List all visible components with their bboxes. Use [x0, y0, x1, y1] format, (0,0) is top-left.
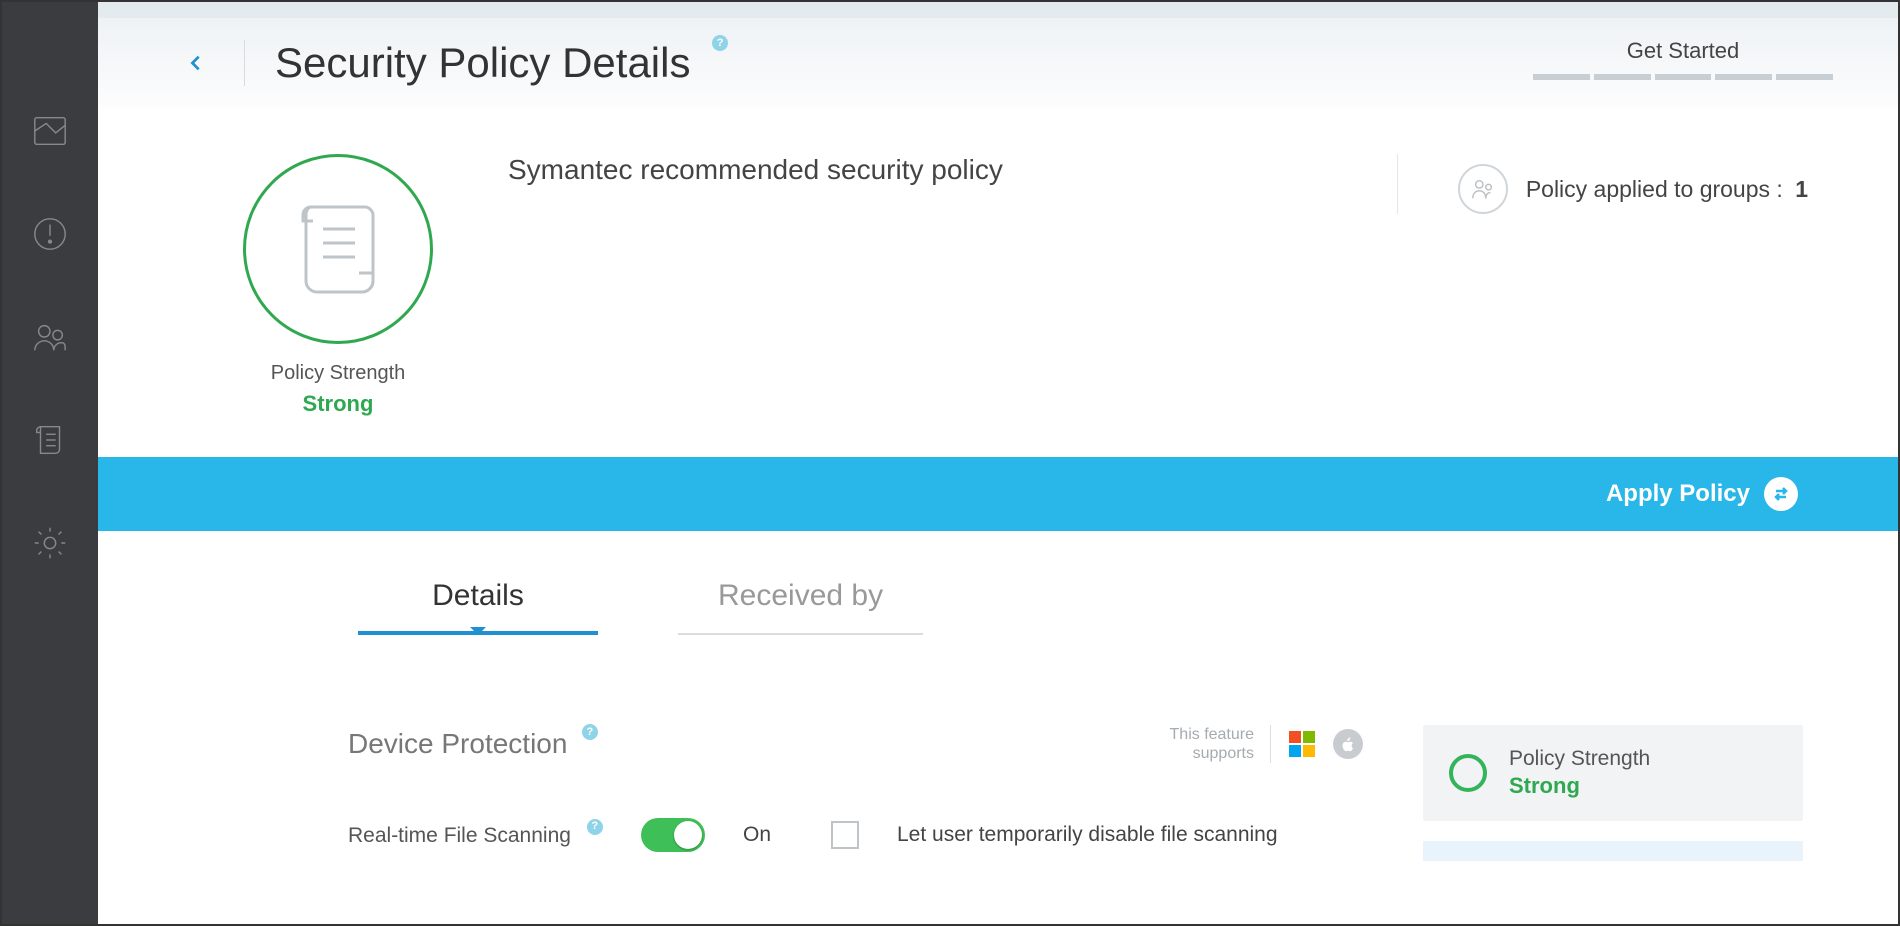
- strength-card-value: Strong: [1509, 773, 1650, 799]
- section-title-wrap: Device Protection ?: [348, 728, 598, 760]
- nav-settings[interactable]: [2, 519, 98, 567]
- details-right: Policy Strength Strong: [1423, 725, 1803, 861]
- checkbox-label: Let user temporarily disable file scanni…: [897, 823, 1278, 847]
- policy-strength-label: Policy Strength: [238, 362, 438, 385]
- details-section: Device Protection ? This feature support…: [98, 635, 1898, 861]
- dashboard-icon: [31, 112, 69, 150]
- toggle-realtime-scanning[interactable]: [641, 818, 705, 852]
- apply-policy-label: Apply Policy: [1606, 480, 1750, 508]
- get-started-progress: [1533, 74, 1833, 80]
- windows-icon: [1287, 729, 1317, 759]
- title-bar: Security Policy Details ? Get Started: [98, 18, 1898, 108]
- top-band: [98, 2, 1898, 18]
- help-icon[interactable]: ?: [712, 35, 728, 51]
- strength-card-title: Policy Strength: [1509, 747, 1650, 771]
- strength-card: Policy Strength Strong: [1423, 725, 1803, 821]
- tab-details[interactable]: Details: [358, 579, 598, 635]
- gear-icon: [31, 524, 69, 562]
- policy-strength-block: Policy Strength Strong: [238, 154, 438, 417]
- apply-policy-icon: [1764, 477, 1798, 511]
- strength-ring-icon: [1449, 754, 1487, 792]
- chevron-left-icon: [187, 54, 205, 72]
- supports-line2: supports: [1170, 744, 1254, 763]
- applied-label: Policy applied to groups :: [1526, 176, 1783, 202]
- details-left: Device Protection ? This feature support…: [348, 725, 1363, 852]
- help-icon[interactable]: ?: [582, 724, 598, 740]
- groups-circle-icon: [1458, 164, 1508, 214]
- get-started-label: Get Started: [1533, 24, 1833, 74]
- apply-policy-bar[interactable]: Apply Policy: [98, 457, 1898, 531]
- people-icon: [1470, 176, 1496, 202]
- groups-icon: [31, 318, 69, 356]
- progress-seg: [1533, 74, 1590, 80]
- strength-card-text: Policy Strength Strong: [1509, 747, 1650, 799]
- setting-label: Real-time File Scanning ?: [348, 823, 603, 848]
- section-header: Device Protection ? This feature support…: [348, 725, 1363, 763]
- page-title-text: Security Policy Details: [275, 39, 690, 86]
- progress-seg: [1655, 74, 1712, 80]
- nav-policies[interactable]: [2, 416, 98, 464]
- policy-summary: Policy Strength Strong Symantec recommen…: [98, 108, 1898, 457]
- progress-seg: [1776, 74, 1833, 80]
- policy-applied-text: Policy applied to groups : 1: [1526, 176, 1808, 203]
- document-scroll-icon: [293, 197, 383, 302]
- progress-seg: [1594, 74, 1651, 80]
- nav-alerts[interactable]: [2, 210, 98, 258]
- nav-dashboard[interactable]: [2, 107, 98, 155]
- feature-supports: This feature supports: [1170, 725, 1363, 763]
- help-icon[interactable]: ?: [587, 819, 603, 835]
- info-card: [1423, 841, 1803, 861]
- back-button[interactable]: [178, 45, 214, 81]
- section-title: Device Protection: [348, 728, 567, 759]
- checkbox-allow-user-disable[interactable]: [831, 821, 859, 849]
- toggle-state-label: On: [743, 823, 793, 847]
- progress-seg: [1715, 74, 1772, 80]
- supports-line1: This feature: [1170, 725, 1254, 744]
- policy-description: Symantec recommended security policy: [438, 154, 1397, 186]
- tabs: Details Received by: [98, 531, 1898, 635]
- page-title: Security Policy Details ?: [275, 39, 728, 87]
- sidebar: [2, 2, 98, 924]
- title-divider: [244, 40, 245, 86]
- swap-arrows-icon: [1771, 484, 1791, 504]
- setting-realtime-scanning: Real-time File Scanning ? On Let user te…: [348, 818, 1363, 852]
- applied-count: 1: [1795, 176, 1808, 202]
- policy-strength-circle: [243, 154, 433, 344]
- policy-strength-value: Strong: [238, 391, 438, 417]
- apple-icon: [1333, 729, 1363, 759]
- main-content: Security Policy Details ? Get Started: [98, 2, 1898, 924]
- tab-received-by[interactable]: Received by: [678, 579, 923, 635]
- nav-groups[interactable]: [2, 313, 98, 361]
- policy-icon: [31, 421, 69, 459]
- supports-text: This feature supports: [1170, 725, 1271, 763]
- setting-label-text: Real-time File Scanning: [348, 824, 571, 847]
- get-started-panel[interactable]: Get Started: [1533, 24, 1833, 80]
- policy-applied-info: Policy applied to groups : 1: [1397, 154, 1808, 214]
- alert-icon: [31, 215, 69, 253]
